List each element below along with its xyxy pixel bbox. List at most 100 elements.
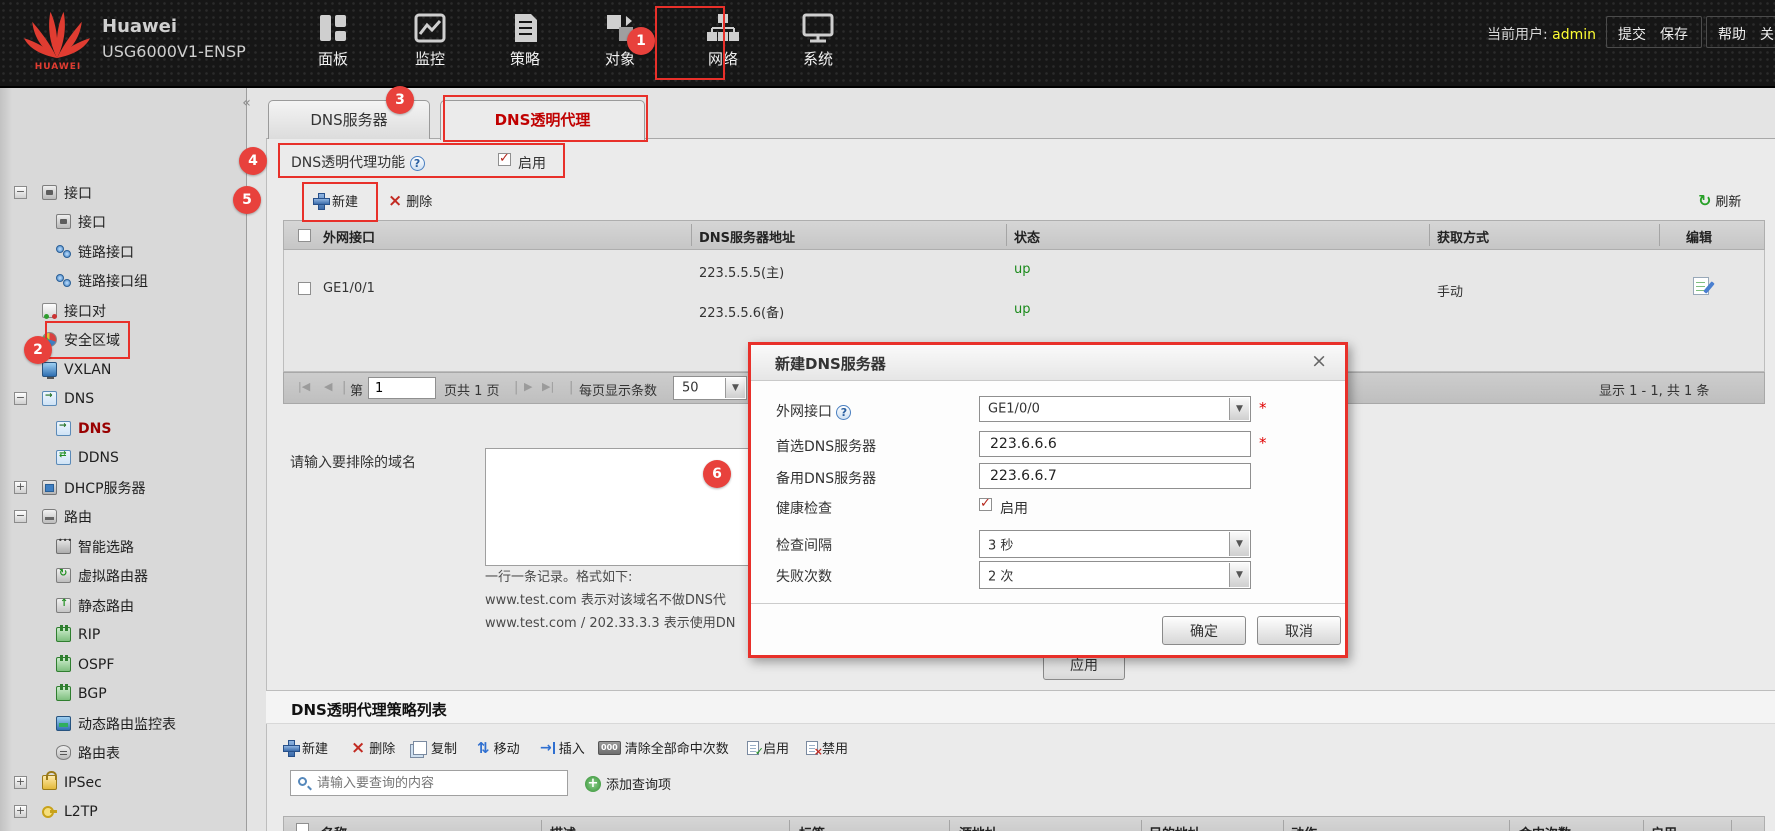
nav-system[interactable]: 系统: [780, 12, 856, 69]
huawei-logo-icon: [24, 11, 90, 59]
save-button[interactable]: 保存: [1660, 24, 1688, 44]
nav-dashboard[interactable]: 面板: [295, 12, 371, 69]
refresh-button[interactable]: ↻ 刷新: [1698, 191, 1741, 210]
primary-dns-field[interactable]: [979, 431, 1251, 457]
sidebar-item-label: VXLAN: [64, 361, 112, 378]
policy-enable-button[interactable]: ✓ 启用: [747, 738, 789, 758]
sidebar-item-ipsec[interactable]: + IPSec: [0, 768, 246, 797]
nav-network[interactable]: 网络: [685, 12, 761, 69]
policy-move-button[interactable]: ⇅ 移动: [477, 738, 520, 758]
rip-icon: [56, 625, 71, 642]
row-checkbox[interactable]: [298, 282, 311, 295]
route-monitor-icon: [56, 716, 71, 731]
help-button[interactable]: 帮助: [1718, 24, 1746, 44]
delete-button-label: 删除: [406, 195, 433, 210]
tab-dns-transparent-proxy[interactable]: DNS透明代理: [440, 100, 645, 140]
first-page-icon[interactable]: |◀: [298, 380, 310, 393]
policy-copy-button[interactable]: 复制: [413, 738, 457, 757]
link-interface-icon: [56, 244, 71, 259]
cell-method: 手动: [1437, 285, 1464, 300]
sidebar-item-route-table[interactable]: 路由表: [0, 738, 246, 767]
sidebar-item-interface-group[interactable]: − 接口: [0, 178, 246, 207]
last-page-icon[interactable]: ▶|: [542, 380, 554, 393]
nav-monitor[interactable]: 监控: [392, 12, 468, 69]
sidebar-item-bgp[interactable]: BGP: [0, 679, 246, 708]
delete-button[interactable]: × 删除: [388, 191, 432, 210]
sidebar-item-l2tp[interactable]: + L2TP: [0, 797, 246, 826]
backup-dns-input[interactable]: [979, 463, 1251, 489]
exclude-help-line1: 一行一条记录。格式如下:: [485, 570, 633, 585]
chevron-down-icon[interactable]: ▼: [1229, 563, 1249, 587]
fail-count-select[interactable]: 2 次 ▼: [979, 561, 1251, 589]
sidebar-item-static-route[interactable]: 静态路由: [0, 591, 246, 620]
question-icon[interactable]: ?: [836, 405, 852, 420]
collapse-minus-icon[interactable]: −: [14, 186, 27, 199]
sidebar-item-dhcp-server[interactable]: + DHCP服务器: [0, 473, 246, 502]
sidebar-item-dynamic-route-monitor[interactable]: 动态路由监控表: [0, 709, 246, 738]
policy-clear-hits-button[interactable]: 000 清除全部命中次数: [598, 738, 729, 757]
backup-dns-field[interactable]: [979, 463, 1251, 489]
next-page-icon[interactable]: ▶: [524, 380, 532, 393]
sidebar-item-interface-pair[interactable]: 接口对: [0, 296, 246, 325]
add-query-button[interactable]: + 添加查询项: [585, 774, 671, 793]
current-user-label: 当前用户: admin: [1487, 24, 1596, 44]
collapse-minus-icon[interactable]: −: [14, 392, 27, 405]
page-number-input[interactable]: [368, 377, 436, 399]
sidebar-item-dns[interactable]: DNS: [0, 414, 246, 443]
column-header-method: 获取方式: [1437, 231, 1490, 246]
collapse-minus-icon[interactable]: −: [14, 510, 27, 523]
sidebar-collapse-button[interactable]: «: [237, 94, 256, 114]
about-button[interactable]: 关: [1760, 24, 1774, 44]
ok-button[interactable]: 确定: [1162, 616, 1246, 645]
chevron-down-icon[interactable]: ▼: [725, 378, 745, 398]
feature-enable-checkbox[interactable]: ✓: [498, 152, 511, 166]
chevron-down-icon[interactable]: ▼: [1229, 398, 1249, 420]
plus-icon: [313, 193, 330, 210]
sidebar-item-ospf[interactable]: OSPF: [0, 650, 246, 679]
field-backup-dns-label: 备用DNS服务器: [776, 471, 877, 487]
sidebar-item-interface[interactable]: 接口: [0, 207, 246, 236]
policy-col-tag: 标签: [799, 823, 825, 831]
primary-dns-input[interactable]: [979, 431, 1251, 457]
interface-select[interactable]: GE1/0/0 ▼: [979, 396, 1251, 422]
sidebar-item-route-group[interactable]: − 路由: [0, 502, 246, 531]
sidebar-item-ddns[interactable]: DDNS: [0, 443, 246, 472]
cancel-button[interactable]: 取消: [1257, 616, 1341, 645]
policy-new-button[interactable]: 新建: [283, 738, 328, 757]
health-check-checkbox[interactable]: ✓: [979, 497, 992, 511]
sidebar-item-label: 静态路由: [78, 598, 134, 615]
policy-insert-button[interactable]: → 插入: [540, 738, 585, 758]
per-page-label: 每页显示条数: [579, 384, 658, 399]
edit-icon[interactable]: [1693, 277, 1709, 295]
check-interval-select[interactable]: 3 秒 ▼: [979, 530, 1251, 558]
dialog-title-bar[interactable]: 新建DNS服务器 ×: [751, 345, 1345, 381]
question-icon[interactable]: ?: [409, 156, 425, 171]
per-page-select[interactable]: 50 ▼: [673, 376, 747, 400]
interface-pair-icon: [42, 303, 57, 319]
dhcp-server-icon: [42, 480, 57, 495]
sidebar-item-rip[interactable]: RIP: [0, 620, 246, 649]
sidebar-item-smart-route[interactable]: 智能选路: [0, 532, 246, 561]
sidebar-item-link-interface[interactable]: 链路接口: [0, 237, 246, 266]
policy-search-input[interactable]: [317, 772, 565, 794]
expand-plus-icon[interactable]: +: [14, 481, 27, 494]
new-button[interactable]: 新建: [313, 191, 358, 210]
commit-button[interactable]: 提交: [1618, 24, 1646, 44]
new-dns-server-dialog: 新建DNS服务器 × 外网接口 ? GE1/0/0 ▼ * 首选DNS服务器 *…: [748, 342, 1348, 658]
policy-delete-button[interactable]: × 删除: [351, 738, 395, 757]
sidebar-item-dns-group[interactable]: − DNS: [0, 384, 246, 413]
sidebar-item-virtual-router[interactable]: 虚拟路由器: [0, 561, 246, 590]
expand-plus-icon[interactable]: +: [14, 805, 27, 818]
select-all-checkbox[interactable]: [298, 229, 311, 242]
chevron-down-icon[interactable]: ▼: [1229, 532, 1249, 556]
close-icon[interactable]: ×: [1311, 350, 1327, 372]
sidebar-item-link-interface-group[interactable]: 链路接口组: [0, 266, 246, 295]
policy-select-all-checkbox[interactable]: [296, 823, 309, 831]
disable-doc-icon: ×: [806, 740, 823, 758]
nav-policy[interactable]: 策略: [487, 12, 563, 69]
clear-hit-count-icon: 000: [598, 740, 621, 755]
prev-page-icon[interactable]: ◀: [324, 380, 332, 393]
sidebar-item-l2tp-over-ipsec[interactable]: L2TP over IPSec: [0, 827, 246, 831]
expand-plus-icon[interactable]: +: [14, 776, 27, 789]
policy-disable-button[interactable]: × 禁用: [806, 738, 848, 758]
